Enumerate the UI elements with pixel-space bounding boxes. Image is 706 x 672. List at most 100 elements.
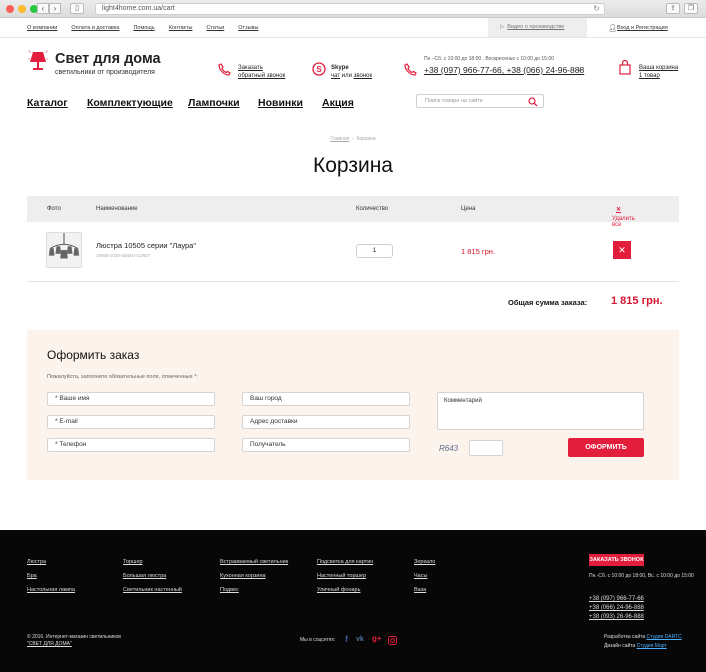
search-placeholder: Поиск товара на сайте	[425, 98, 483, 104]
url-text: light4home.com.ua/cart	[102, 5, 175, 12]
product-name[interactable]: Люстра 10505 серии "Лаура"	[96, 241, 196, 250]
footer-link[interactable]: Ваза	[414, 587, 426, 593]
top-link-contacts[interactable]: Контакты	[169, 25, 193, 31]
play-icon: ▷	[500, 24, 505, 30]
top-link-articles[interactable]: Статьи	[206, 25, 224, 31]
brand-name[interactable]: Свет для дома	[55, 51, 161, 67]
top-link-help[interactable]: Помощь	[133, 25, 154, 31]
footer-link[interactable]: Уличный фонарь	[317, 587, 360, 593]
google-plus-icon[interactable]: g+	[372, 634, 382, 643]
search-input[interactable]: Поиск товара на сайте	[416, 94, 544, 108]
back-icon[interactable]: ‹	[37, 3, 49, 14]
footer-phone[interactable]: +38 (093) 26-96-888	[589, 614, 644, 620]
brand-tagline: светильники от производителя	[55, 69, 155, 76]
nav-catalog[interactable]: Каталог	[27, 97, 68, 109]
top-links-bar: О компании Оплата и доставка Помощь Конт…	[0, 18, 706, 38]
address-field[interactable]: Адрес доставки	[242, 415, 410, 429]
nav-bulbs[interactable]: Лампочки	[188, 97, 240, 109]
footer-link[interactable]: Кухонная корзина	[220, 573, 266, 579]
callback-link[interactable]: Заказать обратный звонок	[238, 64, 285, 80]
footer-hours: Пн.-Сб. с 10:00 до 18:00, Вс. с 10:00 до…	[589, 573, 694, 579]
remove-all-link[interactable]: Удалить все ✕	[612, 206, 635, 228]
skype-icon: S	[312, 62, 326, 76]
phone-field[interactable]: * Телефон	[47, 438, 215, 452]
email-field[interactable]: * E-mail	[47, 415, 215, 429]
product-price: 1 815 грн.	[461, 247, 495, 256]
reload-icon[interactable]: ↻	[593, 4, 600, 14]
captcha-input[interactable]	[469, 440, 503, 456]
order-hint: Пожалуйста, заполните обязательные поля,…	[47, 374, 198, 380]
product-thumbnail[interactable]	[46, 232, 82, 268]
footer-link[interactable]: Встраиваемый светильник	[220, 559, 288, 565]
header-phones[interactable]: +38 (097) 966-77-66, +38 (066) 24-96-888	[424, 65, 584, 75]
header-cart-link[interactable]: Ваша корзина 1 товар	[639, 64, 678, 80]
city-field[interactable]: Ваш город	[242, 392, 410, 406]
address-bar[interactable]: light4home.com.ua/cart ↻	[95, 3, 605, 15]
close-icon: ✕	[618, 245, 626, 255]
lamp-logo-icon[interactable]	[28, 50, 48, 72]
skype-call-link[interactable]: звонок	[354, 73, 372, 79]
remove-item-button[interactable]: ✕	[613, 241, 631, 259]
nav-components[interactable]: Комплектующие	[87, 97, 173, 109]
order-call-button[interactable]: ЗАКАЗАТЬ ЗВОНОК	[589, 554, 644, 566]
skype-block: Skype чат или звонок	[331, 65, 373, 79]
shopping-bag-icon	[619, 60, 631, 75]
footer-link[interactable]: Большая люстра	[123, 573, 166, 579]
order-form: Оформить заказ Пожалуйста, заполните обя…	[27, 330, 679, 480]
design-credit: Дизайн сайта Студия Март	[604, 643, 667, 649]
share-icon[interactable]: ⇪	[666, 3, 680, 14]
breadcrumb-current: Корзина	[356, 136, 376, 142]
footer-link[interactable]: Торшер	[123, 559, 143, 565]
footer-link[interactable]: Бра	[27, 573, 37, 579]
vk-icon[interactable]: vk	[356, 636, 364, 643]
footer-link[interactable]: Светильник настенный	[123, 587, 182, 593]
main-nav: Каталог Комплектующие Лампочки Новинки А…	[0, 93, 706, 125]
footer-link[interactable]: Зеркало	[414, 559, 435, 565]
nav-new[interactable]: Новинки	[258, 97, 303, 109]
comment-textarea[interactable]: Комментарий	[437, 392, 644, 430]
footer-link[interactable]: Часы	[414, 573, 427, 579]
tabs-icon[interactable]: ❐	[684, 3, 698, 14]
footer-link[interactable]: Люстра	[27, 559, 46, 565]
instagram-icon[interactable]	[388, 636, 397, 645]
close-icon: ✕	[616, 207, 622, 213]
footer-link[interactable]: Подвес	[220, 587, 239, 593]
forward-icon[interactable]: ›	[49, 3, 61, 14]
copyright: © 2016. Интернет-магазин светильников "С…	[27, 634, 121, 647]
chevron-down-icon[interactable]: ⌄	[576, 65, 582, 73]
breadcrumb-home[interactable]: Главная	[330, 136, 349, 142]
phone-icon	[404, 63, 417, 76]
col-qty: Количество	[356, 206, 389, 212]
nav-sale[interactable]: Акция	[322, 97, 354, 109]
col-price: Цена	[461, 206, 476, 212]
designer-link[interactable]: Студия Март	[637, 643, 667, 649]
footer-link[interactable]: Настольная лампа	[27, 587, 75, 593]
search-icon[interactable]	[528, 97, 538, 107]
facebook-icon[interactable]: f	[345, 634, 348, 644]
submit-order-button[interactable]: ОФОРМИТЬ	[568, 438, 644, 457]
footer-link[interactable]: Настенный торшер	[317, 573, 366, 579]
svg-text:S: S	[316, 65, 322, 74]
sidebar-icon[interactable]: ▯	[70, 3, 84, 14]
footer-link[interactable]: Подсветка для картин	[317, 559, 373, 565]
skype-chat-link[interactable]: чат	[331, 73, 340, 79]
recipient-field[interactable]: Получатель	[242, 438, 410, 452]
minimize-window-button[interactable]	[18, 5, 26, 13]
login-link[interactable]: Вход и Регистрация	[617, 25, 668, 31]
top-link-about[interactable]: О компании	[27, 25, 57, 31]
top-link-payment[interactable]: Оплата и доставка	[71, 25, 119, 31]
quantity-input[interactable]: 1	[356, 244, 393, 258]
name-field[interactable]: * Ваше имя	[47, 392, 215, 406]
col-photo: Фото	[47, 206, 61, 212]
developer-credit: Разработка сайта Студия DARTC	[604, 634, 682, 640]
developer-link[interactable]: Студия DARTC	[647, 634, 682, 640]
order-title: Оформить заказ	[47, 348, 140, 362]
top-link-reviews[interactable]: Отзывы	[238, 25, 258, 31]
cart-table-header: Фото Наименование Количество Цена Удалит…	[27, 196, 679, 228]
breadcrumb-separator: ›	[352, 136, 354, 142]
site-header: Свет для дома светильники от производите…	[0, 38, 706, 93]
footer-phone[interactable]: +38 (066) 24-96-888	[589, 605, 644, 611]
footer-phone[interactable]: +38 (097) 966-77-66	[589, 596, 644, 602]
video-link[interactable]: ▷ Видео о производстве	[488, 18, 587, 37]
close-window-button[interactable]	[6, 5, 14, 13]
